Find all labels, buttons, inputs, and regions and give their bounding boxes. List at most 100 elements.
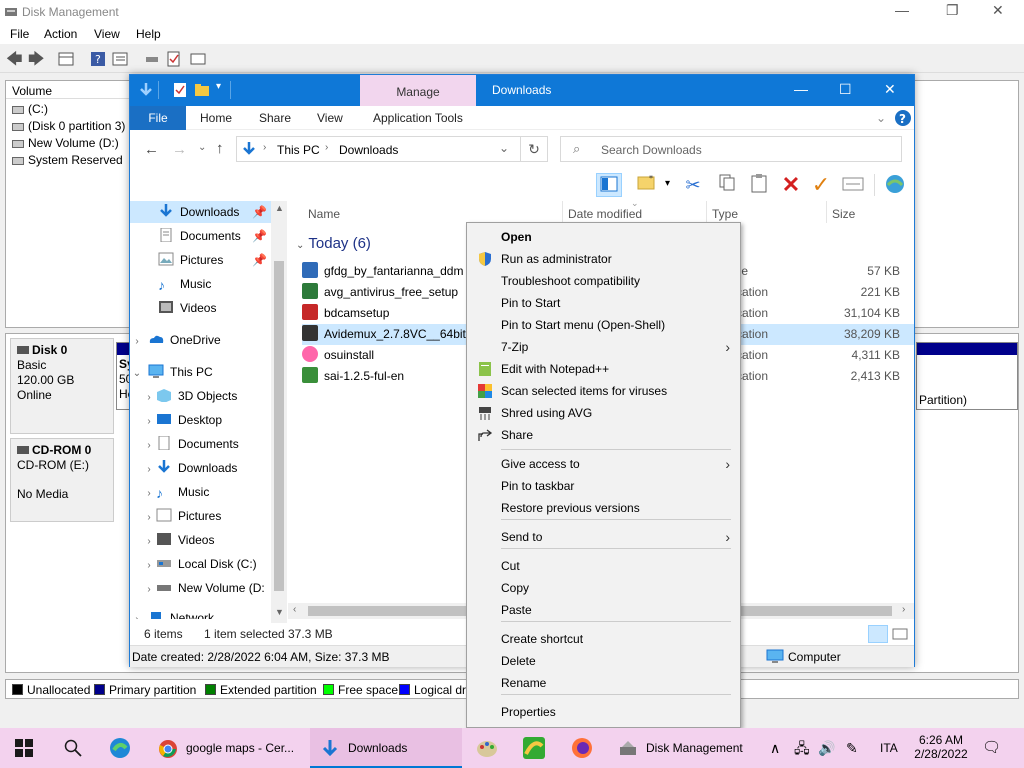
- explorer-taskbar-button[interactable]: Downloads: [310, 728, 462, 768]
- address-dropdown-icon[interactable]: ⌄: [499, 141, 509, 155]
- volume-row[interactable]: (C:): [12, 102, 48, 119]
- menu-file[interactable]: File: [10, 27, 29, 41]
- firefox-taskbar-button[interactable]: [560, 728, 604, 768]
- nav-item-pc-documents[interactable]: › Documents: [142, 433, 271, 455]
- large-icons-view-icon[interactable]: [890, 625, 910, 643]
- menu-item-copy[interactable]: Copy: [467, 577, 740, 599]
- menu-item-cut[interactable]: Cut: [467, 555, 740, 577]
- start-button[interactable]: [0, 728, 48, 768]
- recent-dropdown-icon[interactable]: ⌄: [198, 142, 206, 153]
- preview-pane-button[interactable]: [596, 173, 622, 197]
- refresh-icon[interactable]: ↻: [520, 136, 548, 162]
- menu-help[interactable]: Help: [136, 27, 161, 41]
- address-bar[interactable]: › This PC › Downloads ⌄: [236, 136, 524, 162]
- properties-button[interactable]: ✓: [808, 173, 834, 197]
- copy-button[interactable]: [714, 173, 740, 197]
- menu-item-properties[interactable]: Properties: [467, 701, 740, 723]
- menu-item-run-as-administrator[interactable]: Run as administrator: [467, 248, 740, 270]
- nav-scrollbar-thumb[interactable]: [274, 261, 284, 591]
- menu-item-pin-to-start[interactable]: Pin to Start: [467, 292, 740, 314]
- group-header-today[interactable]: ⌄ Today (6): [296, 235, 371, 252]
- details-view-icon[interactable]: [868, 625, 888, 643]
- properties-grid-icon[interactable]: [58, 51, 74, 67]
- menu-item-7-zip[interactable]: 7-Zip ›: [467, 336, 740, 358]
- ribbon-expand-icon[interactable]: ⌄: [876, 111, 886, 125]
- nav-item-this-pc[interactable]: ⌄ This PC: [130, 361, 271, 383]
- nav-item-network[interactable]: ›Network: [130, 607, 271, 619]
- network-tray-icon[interactable]: 🖧: [794, 728, 810, 768]
- menu-item-shred-using-avg[interactable]: Shred using AVG: [467, 402, 740, 424]
- forward-arrow-icon[interactable]: 🡆: [28, 48, 45, 68]
- menu-view[interactable]: View: [94, 27, 120, 41]
- menu-item-open[interactable]: Open: [467, 226, 740, 248]
- breadcrumb-downloads[interactable]: Downloads: [339, 143, 398, 157]
- menu-item-paste[interactable]: Paste: [467, 599, 740, 621]
- menu-item-scan-selected-items-for-viruses[interactable]: Scan selected items for viruses: [467, 380, 740, 402]
- nav-item-onedrive[interactable]: › OneDrive: [130, 329, 271, 351]
- volume-column-header[interactable]: Volume: [6, 81, 136, 99]
- back-arrow-icon[interactable]: 🡄: [6, 48, 23, 68]
- help-icon[interactable]: ?: [90, 51, 106, 67]
- nav-item-new-volume[interactable]: › New Volume (D:: [142, 577, 271, 599]
- paint-taskbar-button[interactable]: [468, 728, 506, 768]
- volume-row[interactable]: System Reserved: [12, 153, 123, 170]
- minimize-icon[interactable]: —: [794, 81, 808, 97]
- list-view-icon[interactable]: [112, 51, 128, 67]
- menu-item-share[interactable]: Share: [467, 424, 740, 446]
- up-arrow-icon[interactable]: ↑: [216, 140, 224, 157]
- disk0-card[interactable]: Disk 0 Basic 120.00 GB Online: [10, 338, 114, 434]
- close-icon[interactable]: ✕: [992, 2, 1004, 19]
- partition-right[interactable]: Partition): [916, 342, 1018, 410]
- cut-button[interactable]: ✂: [680, 173, 706, 197]
- properties-qa-icon[interactable]: [172, 82, 188, 98]
- menu-item-edit-with-notepad[interactable]: Edit with Notepad++: [467, 358, 740, 380]
- help-icon[interactable]: ?: [894, 109, 912, 127]
- nav-item-local-disk[interactable]: › Local Disk (C:): [142, 553, 271, 575]
- new-folder-qa-icon[interactable]: [194, 82, 210, 98]
- sai-taskbar-button[interactable]: [512, 728, 556, 768]
- nav-scrollbar[interactable]: ▲ ▼: [271, 201, 287, 623]
- window-icon[interactable]: [190, 51, 206, 67]
- chrome-taskbar-button[interactable]: google maps - Cer...: [148, 728, 306, 768]
- manage-context-tab[interactable]: Manage: [360, 75, 476, 106]
- tab-home[interactable]: Home: [200, 111, 232, 125]
- clock[interactable]: 6:26 AM 2/28/2022: [910, 728, 972, 768]
- delete-button[interactable]: ✕: [778, 173, 804, 197]
- check-doc-icon[interactable]: [166, 51, 182, 67]
- volume-row[interactable]: New Volume (D:): [12, 136, 119, 153]
- breadcrumb-this-pc[interactable]: This PC: [277, 143, 320, 157]
- menu-item-troubleshoot-compatibility[interactable]: Troubleshoot compatibility: [467, 270, 740, 292]
- view-dropdown-icon[interactable]: ▾: [665, 178, 670, 189]
- menu-action[interactable]: Action: [44, 27, 77, 41]
- search-input[interactable]: ⌕ Search Downloads: [560, 136, 902, 162]
- input-language[interactable]: ITA: [880, 728, 898, 768]
- tab-share[interactable]: Share: [259, 111, 291, 125]
- volume-tray-icon[interactable]: 🔊: [818, 728, 835, 768]
- menu-item-restore-previous-versions[interactable]: Restore previous versions: [467, 497, 740, 519]
- rename-button[interactable]: [840, 173, 866, 197]
- nav-item-3d-objects[interactable]: › 3D Objects: [142, 385, 271, 407]
- volume-row[interactable]: (Disk 0 partition 3): [12, 119, 125, 136]
- forward-arrow-icon[interactable]: →: [172, 141, 187, 158]
- nav-item-desktop[interactable]: › Desktop: [142, 409, 271, 431]
- minimize-icon[interactable]: —: [895, 2, 909, 18]
- nav-item-downloads[interactable]: Downloads 📌: [130, 201, 271, 223]
- maximize-icon[interactable]: ☐: [839, 81, 852, 98]
- menu-item-create-shortcut[interactable]: Create shortcut: [467, 628, 740, 650]
- column-size[interactable]: Size: [832, 207, 855, 221]
- disk-management-taskbar-button[interactable]: Disk Management: [610, 728, 760, 768]
- tab-application-tools[interactable]: Application Tools: [373, 111, 463, 125]
- pen-tray-icon[interactable]: ✎: [846, 728, 858, 768]
- qa-dropdown-icon[interactable]: ▾: [216, 81, 221, 92]
- menu-item-rename[interactable]: Rename: [467, 672, 740, 694]
- menu-item-pin-to-start-menu-open-shell[interactable]: Pin to Start menu (Open-Shell): [467, 314, 740, 336]
- edge-taskbar-button[interactable]: [96, 728, 144, 768]
- tab-file[interactable]: File: [130, 106, 186, 130]
- column-type[interactable]: Type: [712, 207, 738, 221]
- search-taskbar-button[interactable]: [48, 728, 96, 768]
- paste-button[interactable]: [746, 173, 772, 197]
- column-date-modified[interactable]: Date modified: [568, 207, 642, 221]
- menu-item-pin-to-taskbar[interactable]: Pin to taskbar: [467, 475, 740, 497]
- menu-item-send-to[interactable]: Send to ›: [467, 526, 740, 548]
- nav-item-music[interactable]: ♪ Music: [130, 273, 271, 295]
